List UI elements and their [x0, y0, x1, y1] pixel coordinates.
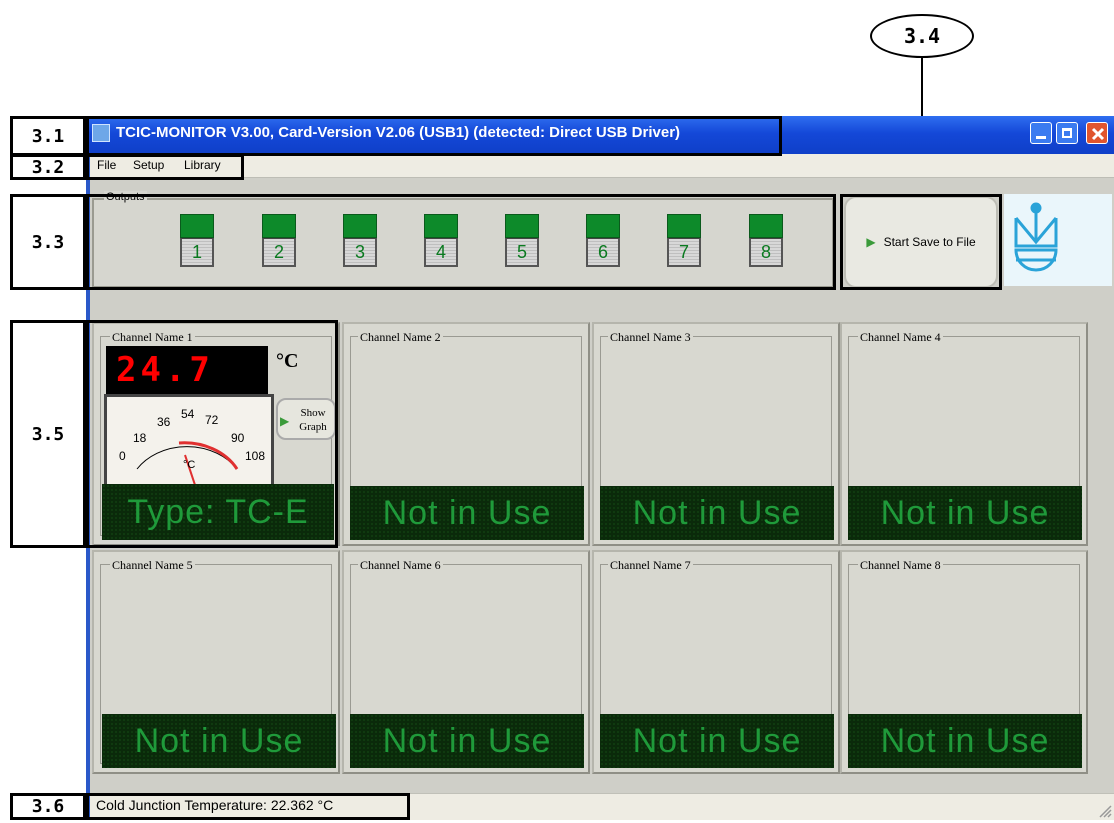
channel-name-8: Channel Name 8	[858, 558, 943, 573]
annotation-box-3-4	[840, 194, 1002, 290]
label-3-3: 3.3	[10, 194, 86, 290]
channel-name-4: Channel Name 4	[858, 330, 943, 345]
annotation-box-3-3	[86, 194, 836, 290]
callout-3-4: 3.4	[870, 14, 974, 58]
annotation-box-3-1	[86, 116, 782, 156]
channel-display-2: Not in Use	[350, 486, 584, 540]
channel-display-5: Not in Use	[102, 714, 336, 768]
channel-display-7: Not in Use	[600, 714, 834, 768]
channel-display-8: Not in Use	[848, 714, 1082, 768]
annotation-box-3-6	[86, 793, 410, 820]
channel-name-5: Channel Name 5	[110, 558, 195, 573]
label-3-2: 3.2	[10, 154, 86, 180]
channel-name-3: Channel Name 3	[608, 330, 693, 345]
label-3-5: 3.5	[10, 320, 86, 548]
minimize-icon[interactable]	[1030, 122, 1052, 144]
maximize-icon[interactable]	[1056, 122, 1078, 144]
logo	[1004, 194, 1112, 286]
label-3-1: 3.1	[10, 116, 86, 156]
label-3-6: 3.6	[10, 793, 86, 820]
channel-display-6: Not in Use	[350, 714, 584, 768]
channel-name-6: Channel Name 6	[358, 558, 443, 573]
annotation-box-3-5	[86, 320, 338, 548]
close-icon[interactable]	[1086, 122, 1108, 144]
annotation-box-3-2	[86, 154, 244, 180]
channel-name-7: Channel Name 7	[608, 558, 693, 573]
channel-display-4: Not in Use	[848, 486, 1082, 540]
channel-name-2: Channel Name 2	[358, 330, 443, 345]
channel-display-3: Not in Use	[600, 486, 834, 540]
